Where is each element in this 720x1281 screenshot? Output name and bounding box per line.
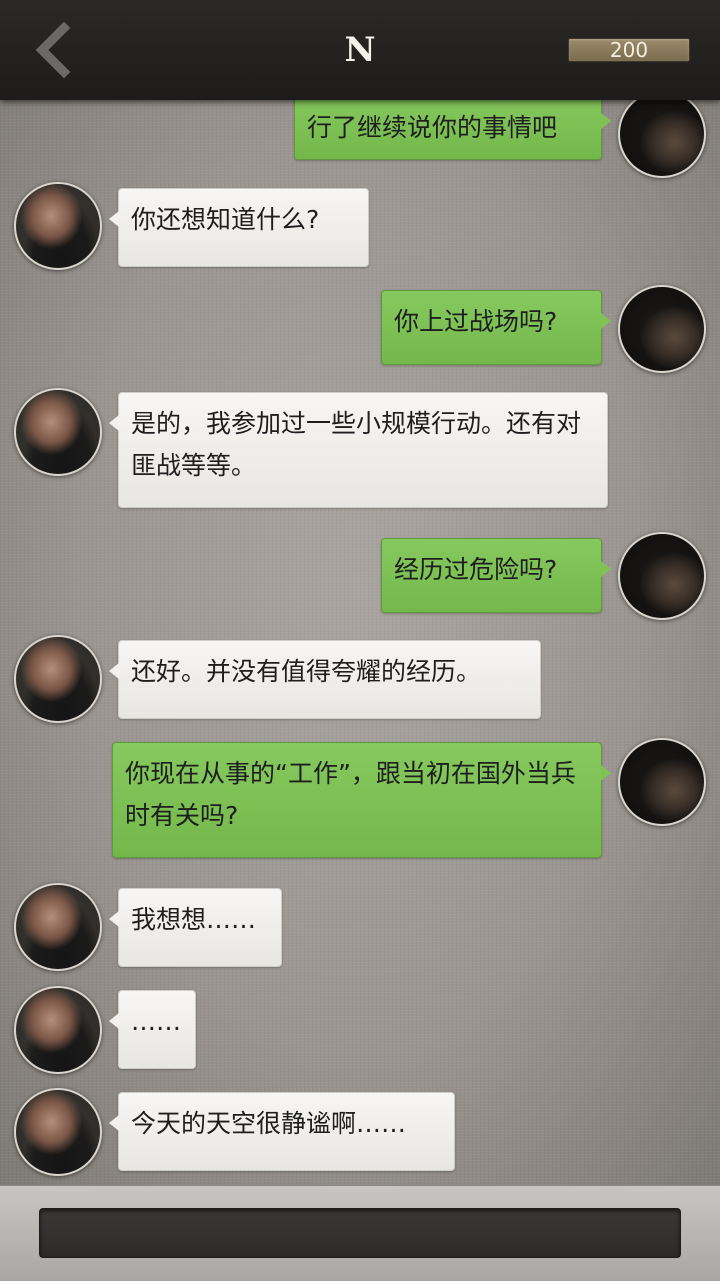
- npc-avatar[interactable]: [14, 182, 102, 270]
- npc-avatar[interactable]: [14, 986, 102, 1074]
- message-bubble-npc: 是的，我参加过一些小规模行动。还有对匪战等等。: [109, 392, 608, 508]
- message-bubble-npc: ……: [109, 990, 196, 1069]
- chat-area[interactable]: 行了继续说你的事情吧 你还想知道什么? 你上过战场吗? 是的，我参加过一些小规模…: [0, 100, 720, 1185]
- npc-avatar[interactable]: [14, 1088, 102, 1176]
- coin-counter: 200: [568, 38, 690, 62]
- bottom-bar: [0, 1185, 720, 1281]
- message-bubble-player: 你现在从事的“工作”，跟当初在国外当兵时有关吗?: [112, 742, 611, 858]
- message-bubble-player: 经历过危险吗?: [381, 538, 611, 613]
- message-bubble-player: 你上过战场吗?: [381, 290, 611, 365]
- player-avatar[interactable]: [618, 285, 706, 373]
- reply-input[interactable]: [39, 1208, 681, 1258]
- message-bubble-player: 行了继续说你的事情吧: [294, 100, 611, 160]
- message-bubble-npc: 我想想……: [109, 888, 282, 967]
- message-bubble-npc: 你还想知道什么?: [109, 188, 369, 267]
- player-avatar[interactable]: [618, 738, 706, 826]
- player-avatar[interactable]: [618, 532, 706, 620]
- message-bubble-npc: 还好。并没有值得夸耀的经历。: [109, 640, 541, 719]
- npc-avatar[interactable]: [14, 388, 102, 476]
- npc-avatar[interactable]: [14, 883, 102, 971]
- coin-value: 200: [609, 38, 649, 62]
- top-bar: N 200: [0, 0, 720, 100]
- player-avatar[interactable]: [618, 100, 706, 178]
- npc-avatar[interactable]: [14, 635, 102, 723]
- message-bubble-npc: 今天的天空很静谧啊……: [109, 1092, 455, 1171]
